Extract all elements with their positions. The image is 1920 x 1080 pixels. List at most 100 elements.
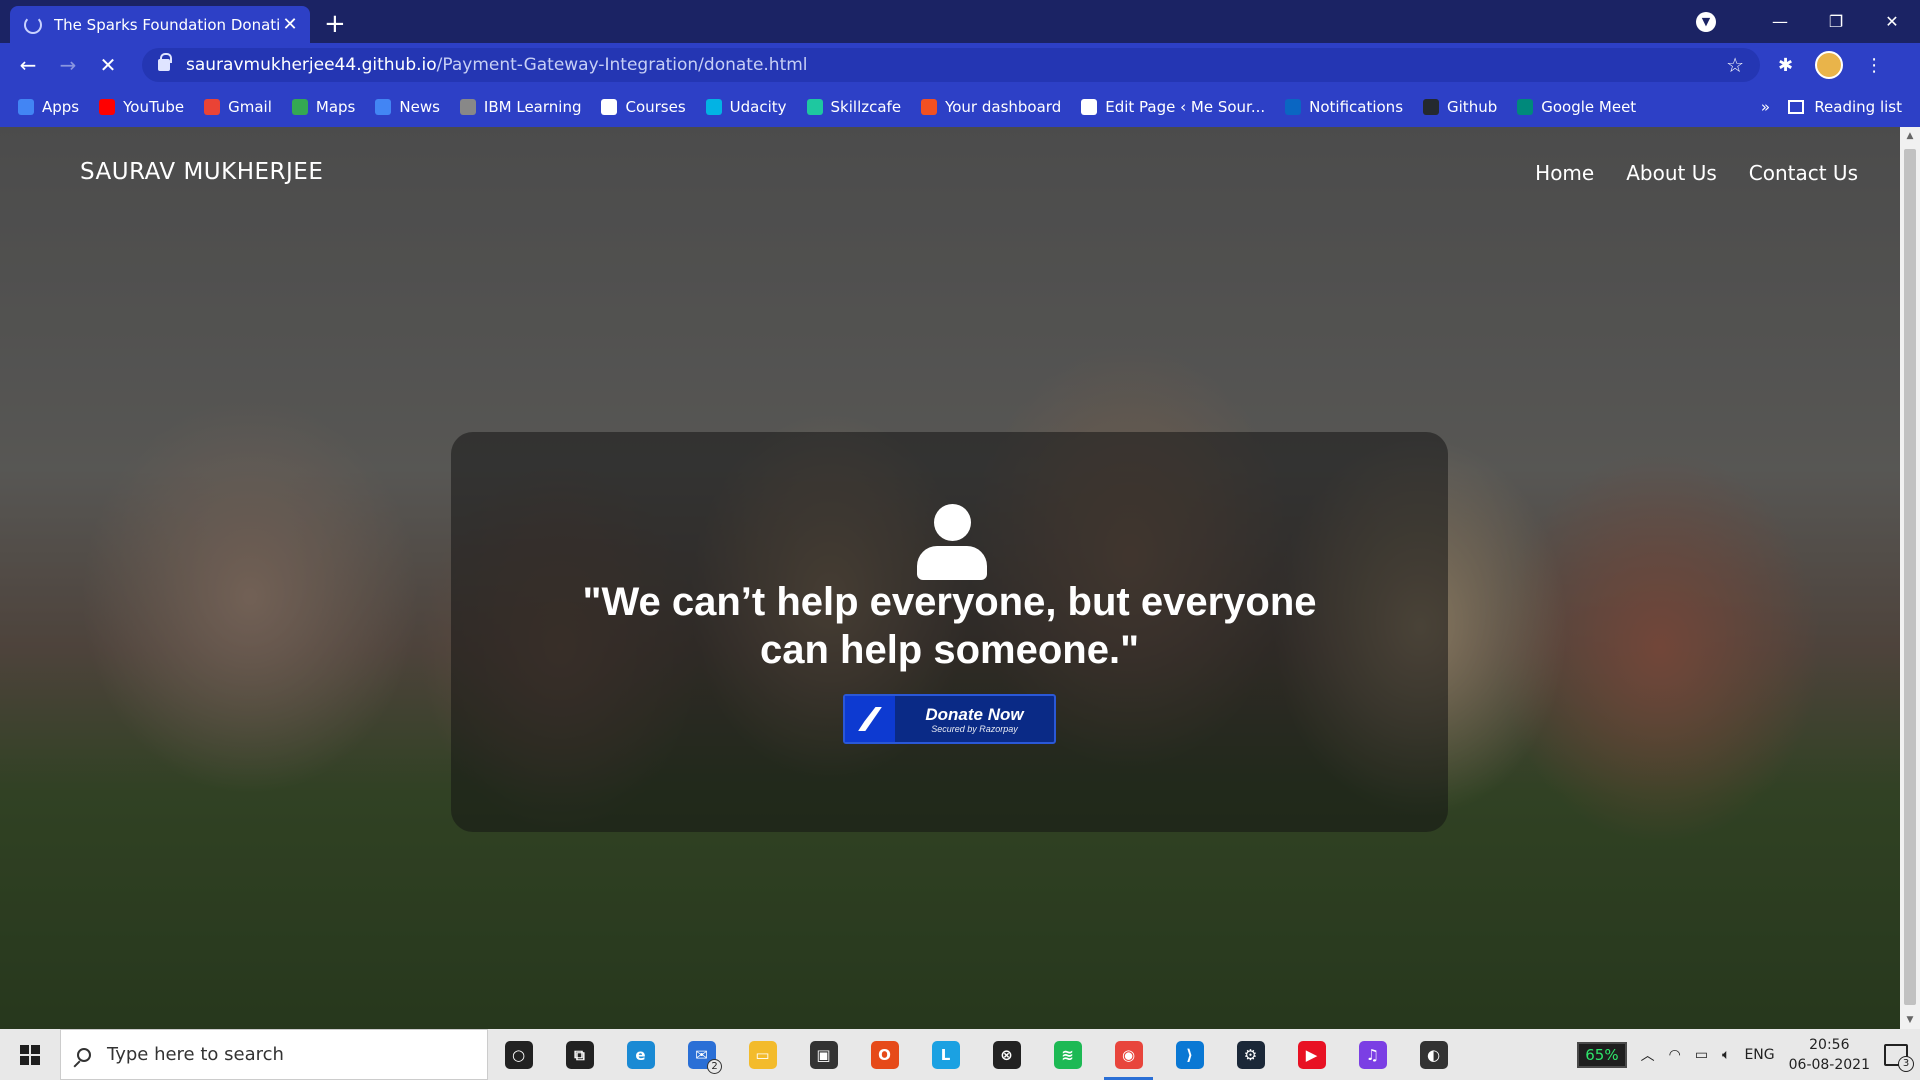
loading-spinner-icon [24,15,42,34]
xbox-icon: ⊗ [992,1040,1021,1069]
bookmark-your-dashboard[interactable]: Your dashboard [921,98,1061,116]
reading-list-button[interactable]: Reading list [1788,87,1902,127]
spotify-icon: ≋ [1053,1040,1082,1069]
donate-sublabel: Secured by Razorpay [931,723,1018,734]
scroll-thumb[interactable] [1904,149,1916,1005]
start-button[interactable] [0,1029,60,1080]
bookmarks-bar: Apps YouTube Gmail Maps News IBM Learning Cour… [0,87,1920,127]
news-icon [375,99,392,115]
tab-search-icon[interactable]: ▼ [1696,11,1716,32]
bookmark-udacity[interactable]: Udacity [705,98,787,116]
donate-now-button[interactable]: Donate Now Secured by Razorpay [843,694,1056,744]
language-indicator[interactable]: ENG [1744,1047,1774,1063]
donation-card: "We can’t help everyone, but everyone ca… [451,432,1448,832]
bookmark-label: Udacity [729,98,787,116]
minimize-button[interactable]: — [1752,12,1808,31]
battery-icon[interactable]: ▭ [1695,1047,1708,1063]
tab-title: The Sparks Foundation Donation [54,15,280,34]
close-window-button[interactable]: ✕ [1864,12,1920,31]
clock[interactable]: 20:56 06-08-2021 [1789,1035,1870,1075]
bookmark-github[interactable]: Github [1423,98,1497,116]
nav-home[interactable]: Home [1535,161,1594,185]
tab-strip: The Sparks Foundation Donation ✕ + ▼ — ❐… [0,0,1920,43]
lock-icon[interactable] [158,53,172,71]
mail-badge: 2 [707,1059,722,1074]
taskbar-app[interactable]: ⧉ [549,1029,610,1080]
taskbar-app[interactable]: ⚙ [1220,1029,1281,1080]
bookmark-news[interactable]: News [375,98,440,116]
github-icon [1423,99,1440,115]
bookmark-edit-page-me-sour[interactable]: Edit Page ‹ Me Sour... [1081,98,1265,116]
battery-indicator[interactable]: 65% [1577,1041,1627,1068]
taskbar-app[interactable]: ✉ 2 [671,1029,732,1080]
wifi-icon[interactable]: ◠ [1669,1047,1681,1063]
taskbar-app[interactable]: ≋ [1037,1029,1098,1080]
address-bar[interactable]: sauravmukherjee44.github.io/Payment-Gate… [142,48,1760,82]
taskbar-apps: ○ ⧉ e ✉ 2 ▭ ▣ O L ⊗ ≋ ◉ ⟩ ⚙ ▶ ♫ ◐ [488,1029,1464,1080]
taskbar-app[interactable]: ◉ [1098,1029,1159,1080]
bookmark-apps[interactable]: Apps [18,98,79,116]
menu-kebab-icon[interactable]: ⋮ [1865,55,1883,76]
taskbar-app[interactable]: ▭ [732,1029,793,1080]
taskbar-app[interactable]: ⟩ [1159,1029,1220,1080]
file-explorer-icon: ▭ [748,1040,777,1069]
extensions-icon[interactable]: ✱ [1778,55,1793,76]
browser-toolbar: ← → ✕ sauravmukherjee44.github.io/Paymen… [0,43,1920,87]
chrome-icon: ◉ [1114,1040,1143,1069]
store-icon: ▣ [809,1040,838,1069]
bookmark-courses[interactable]: Courses [601,98,686,116]
volume-icon[interactable]: 🔈︎ [1722,1047,1730,1063]
bookmark-maps[interactable]: Maps [291,98,356,116]
bookmark-youtube[interactable]: YouTube [99,98,184,116]
taskbar-app[interactable]: ♫ [1342,1029,1403,1080]
bookmark-ibm-learning[interactable]: IBM Learning [459,98,581,116]
bookmark-star-icon[interactable]: ☆ [1726,53,1744,77]
notification-count: 3 [1898,1055,1914,1072]
browser-tab[interactable]: The Sparks Foundation Donation ✕ [10,6,310,43]
bookmark-google-meet[interactable]: Google Meet [1517,98,1636,116]
office-icon: O [870,1040,899,1069]
taskbar-app[interactable]: ◐ [1403,1029,1464,1080]
taskbar-search[interactable]: Type here to search [60,1029,488,1080]
scroll-up-icon[interactable]: ▲ [1900,127,1920,145]
new-tab-button[interactable]: + [324,6,346,43]
forward-button[interactable]: → [48,53,88,77]
bookmark-notifications[interactable]: Notifications [1285,98,1403,116]
skillzcafe-icon [806,99,823,115]
url-path: /Payment-Gateway-Integration/donate.html [436,55,808,75]
bookmark-label: Github [1447,98,1498,116]
taskbar-app[interactable]: ⊗ [976,1029,1037,1080]
taskbar-app[interactable]: ▶ [1281,1029,1342,1080]
bookmark-skillzcafe[interactable]: Skillzcafe [806,98,901,116]
site-brand[interactable]: SAURAV MUKHERJEE [80,159,323,185]
taskbar-app[interactable]: e [610,1029,671,1080]
wordpress-icon [1081,99,1098,115]
taskbar-app[interactable]: O [854,1029,915,1080]
windows-taskbar: Type here to search ○ ⧉ e ✉ 2 ▭ ▣ O L ⊗ ≋ ◉ ⟩ ⚙ ▶ ♫ ◐ 65… [0,1029,1920,1080]
back-button[interactable]: ← [8,53,48,77]
media-player-icon: ▶ [1297,1040,1326,1069]
taskbar-app[interactable]: ▣ [793,1029,854,1080]
bookmark-gmail[interactable]: Gmail [204,98,272,116]
notification-center-icon[interactable]: 3 [1884,1043,1914,1072]
microsoft-icon [921,99,938,115]
stop-loading-button[interactable]: ✕ [88,53,128,77]
bookmarks-overflow-button[interactable]: » [1761,87,1770,127]
site-nav: Home About Us Contact Us [1535,161,1858,185]
close-tab-icon[interactable]: ✕ [280,14,300,35]
profile-avatar[interactable] [1815,51,1844,79]
chevron-up-icon[interactable]: ︿ [1641,1045,1655,1065]
taskbar-app[interactable]: L [915,1029,976,1080]
webpage: SAURAV MUKHERJEE Home About Us Contact U… [0,127,1900,1029]
restore-button[interactable]: ❐ [1808,12,1864,31]
apps-grid-icon [18,99,34,115]
edge-icon: e [626,1040,655,1069]
taskbar-app[interactable]: ○ [488,1029,549,1080]
obs-icon: ◐ [1419,1040,1448,1069]
page-scrollbar[interactable]: ▲ ▼ [1900,127,1920,1029]
nav-about-us[interactable]: About Us [1626,161,1717,185]
nav-contact-us[interactable]: Contact Us [1749,161,1858,185]
clock-time: 20:56 [1809,1036,1850,1053]
bookmark-label: Maps [315,98,356,116]
scroll-down-icon[interactable]: ▼ [1900,1011,1920,1029]
